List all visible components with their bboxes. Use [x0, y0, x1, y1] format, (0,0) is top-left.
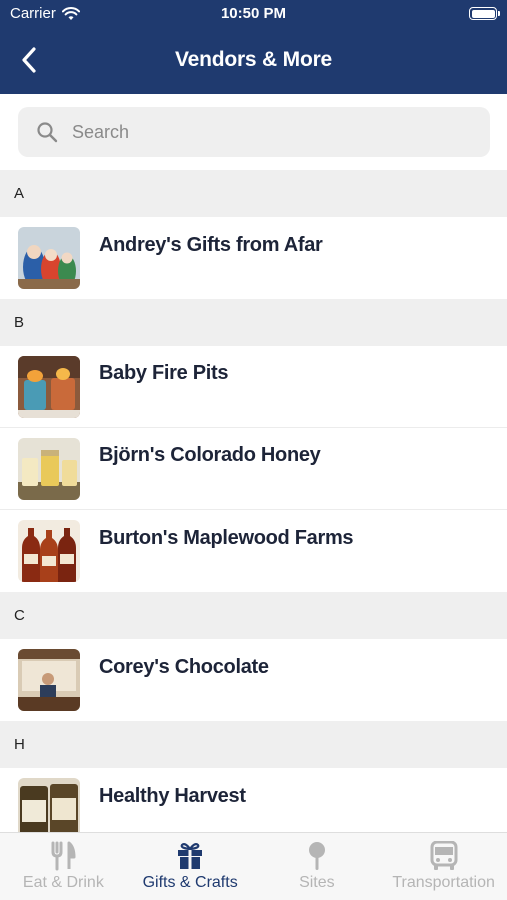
section-header-c: C	[0, 592, 507, 639]
tab-sites[interactable]: Sites	[254, 833, 381, 900]
battery-icon	[469, 7, 500, 20]
section-header-h: H	[0, 721, 507, 768]
tab-eat-drink[interactable]: Eat & Drink	[0, 833, 127, 900]
vendor-thumbnail	[18, 355, 80, 418]
vendor-thumbnail	[18, 437, 80, 500]
vendor-name: Corey's Chocolate	[99, 655, 269, 678]
vendor-thumbnail	[18, 649, 80, 711]
vendor-thumbnail	[18, 778, 80, 832]
map-pin-icon	[308, 842, 325, 870]
page-title: Vendors & More	[174, 48, 333, 71]
vendor-name: Healthy Harvest	[99, 784, 246, 807]
bus-icon	[430, 841, 458, 870]
list-item[interactable]: Andrey's Gifts from Afar	[0, 217, 507, 299]
tab-bar: Eat & Drink Gifts & Crafts Sites Transpo…	[0, 832, 507, 900]
tab-label: Eat & Drink	[22, 874, 104, 891]
vendor-name: Baby Fire Pits	[99, 362, 229, 384]
status-bar: Carrier 10:50 PM	[0, 0, 507, 28]
list-item[interactable]: Björn's Colorado Honey	[0, 428, 507, 510]
tab-label: Sites	[299, 874, 335, 891]
tab-gifts-crafts[interactable]: Gifts & Crafts	[127, 833, 254, 900]
list-item[interactable]: Healthy Harvest	[0, 768, 507, 832]
vendor-name: Andrey's Gifts from Afar	[99, 233, 323, 256]
section-header-b: B	[0, 299, 507, 346]
tab-transportation[interactable]: Transportation	[380, 833, 507, 900]
vendor-thumbnail	[18, 227, 80, 289]
vendor-name: Björn's Colorado Honey	[99, 444, 321, 466]
gift-icon	[178, 843, 203, 869]
fork-knife-icon	[51, 841, 76, 871]
section-header-a: A	[0, 170, 507, 217]
vendor-list[interactable]: A Andrey's Gifts from Afar B Baby Fire P…	[0, 170, 507, 832]
list-item[interactable]: Baby Fire Pits	[0, 346, 507, 428]
list-item[interactable]: Corey's Chocolate	[0, 639, 507, 721]
list-item[interactable]: Burton's Maplewood Farms	[0, 510, 507, 592]
search-icon	[37, 122, 58, 143]
tab-label: Gifts & Crafts	[142, 874, 238, 891]
tab-label: Transportation	[392, 874, 495, 891]
search-box[interactable]	[18, 107, 490, 157]
status-time: 10:50 PM	[220, 5, 287, 22]
vendor-thumbnail	[18, 520, 80, 582]
vendor-name: Burton's Maplewood Farms	[99, 526, 354, 549]
search-bar-container	[0, 94, 507, 170]
nav-header: Carrier 10:50 PM Vendors & More	[0, 0, 507, 94]
search-input[interactable]	[72, 121, 452, 143]
